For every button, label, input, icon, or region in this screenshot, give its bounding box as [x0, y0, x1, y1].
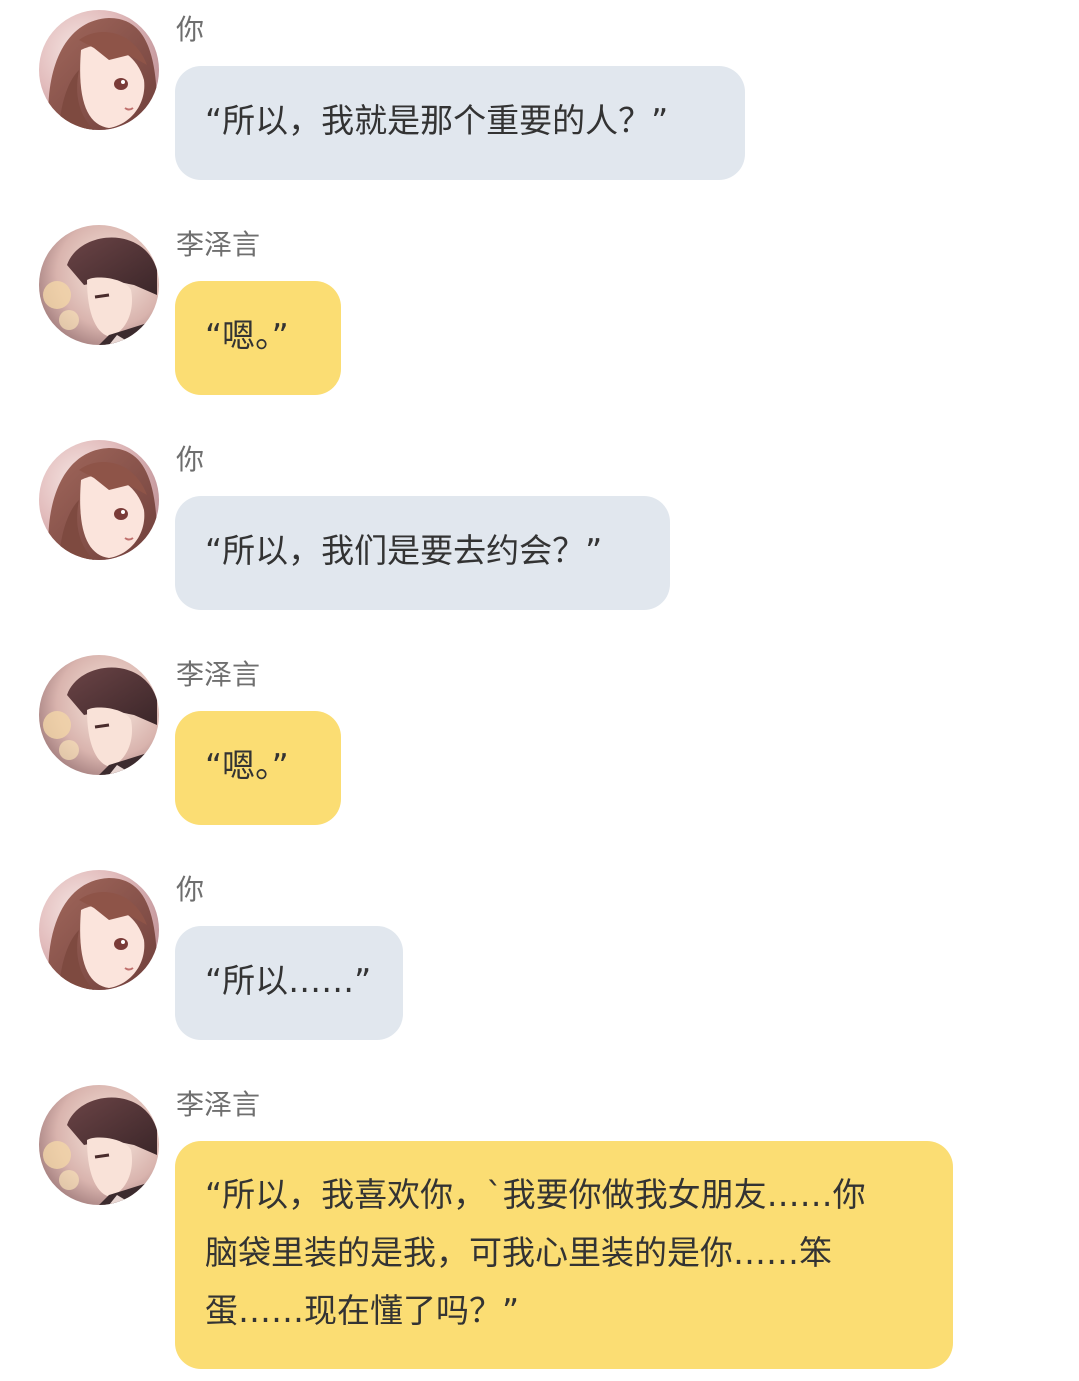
girl-avatar-icon[interactable]	[39, 440, 159, 560]
message-text-line: 蛋……现在懂了吗？”	[205, 1291, 520, 1330]
message-text-line: 脑袋里装的是我，可我心里装的是你……笨	[205, 1233, 832, 1272]
message-text: “所以……”	[205, 961, 372, 1000]
girl-avatar-icon[interactable]	[39, 10, 159, 130]
girl-avatar-icon[interactable]	[39, 870, 159, 990]
message-bubble[interactable]: “嗯。”	[175, 711, 341, 825]
message-text: “嗯。”	[205, 746, 289, 785]
message-bubble[interactable]: “嗯。”	[175, 281, 341, 395]
boy-avatar-icon[interactable]	[39, 655, 159, 775]
sender-name: 你	[176, 443, 205, 476]
sender-name: 李泽言	[176, 228, 261, 261]
sender-name: 李泽言	[176, 1088, 261, 1121]
sender-name: 李泽言	[176, 658, 261, 691]
message-bubble[interactable]: “所以……”	[175, 926, 403, 1040]
message-text: “所以，我们是要去约会？”	[205, 531, 603, 570]
message-text-line: “所以，我喜欢你，`我要你做我女朋友……你	[205, 1175, 866, 1214]
message-bubble[interactable]: “所以，我就是那个重要的人？”	[175, 66, 745, 180]
message-bubble[interactable]: “所以，我们是要去约会？”	[175, 496, 670, 610]
sender-name: 你	[176, 13, 205, 46]
message-text: “所以，我就是那个重要的人？”	[205, 101, 669, 140]
message-text: “嗯。”	[205, 316, 289, 355]
sender-name: 你	[176, 873, 205, 906]
chat-log: 你 “所以，我就是那个重要的人？” 李泽言 “嗯。” 你 “所以，我们是要去约会…	[0, 0, 1079, 1381]
boy-avatar-icon[interactable]	[39, 1085, 159, 1205]
boy-avatar-icon[interactable]	[39, 225, 159, 345]
message-bubble[interactable]: “所以，我喜欢你，`我要你做我女朋友……你 脑袋里装的是我，可我心里装的是你………	[175, 1141, 953, 1369]
